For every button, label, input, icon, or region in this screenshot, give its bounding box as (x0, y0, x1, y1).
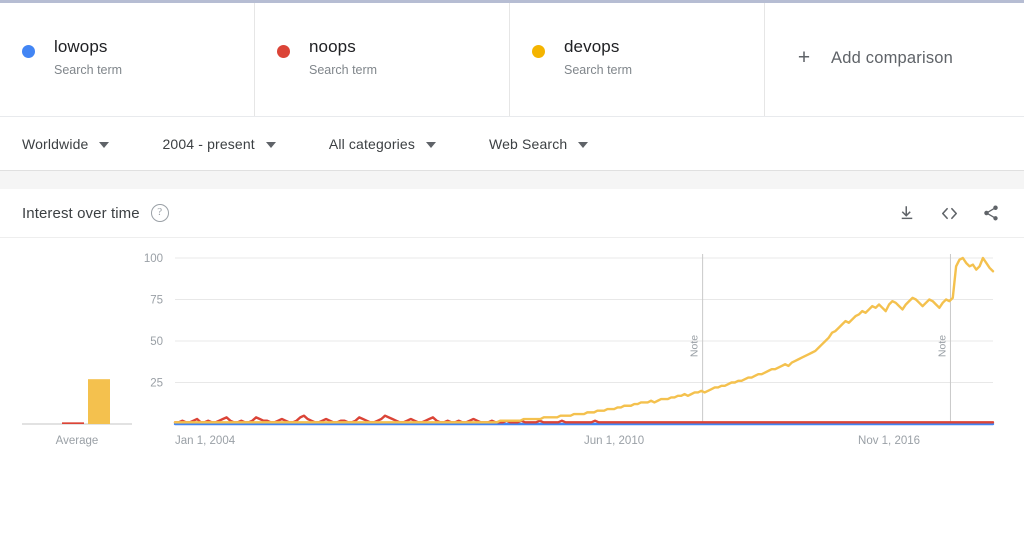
search-term-card-1[interactable]: noops Search term (255, 3, 510, 116)
x-axis-tick-label: Jan 1, 2004 (175, 435, 236, 447)
note-annotation-label[interactable]: Note (689, 335, 701, 357)
download-icon[interactable] (896, 202, 918, 224)
filter-category-label: All categories (328, 135, 415, 152)
x-axis-tick-label: Nov 1, 2016 (858, 435, 920, 447)
chart-plot-area[interactable]: 25 50 75 100 Note Note Jan 1, 2004 Jun 1, 2010 N… (0, 238, 1024, 534)
help-icon[interactable]: ? (150, 204, 169, 222)
filter-search-type-label: Web Search (489, 135, 568, 152)
search-term-name: noops (309, 37, 356, 56)
card-title: Interest over time (22, 204, 140, 222)
chevron-down-icon (99, 141, 110, 148)
card-actions (896, 202, 1002, 224)
add-comparison-label: Add comparison (831, 49, 954, 67)
search-term-name: lowops (54, 37, 108, 56)
chevron-down-icon (578, 141, 589, 148)
search-term-type: Search term (54, 63, 123, 77)
card-header: Interest over time ? (0, 189, 1024, 238)
filter-location-label: Worldwide (22, 135, 89, 152)
y-axis-tick-label: 50 (150, 336, 163, 348)
note-annotation-label[interactable]: Note (936, 335, 948, 357)
interest-over-time-card: Interest over time ? 25 50 75 100 Note N… (0, 189, 1024, 534)
filter-location[interactable]: Worldwide (22, 135, 110, 152)
series-line-devops[interactable] (173, 256, 995, 424)
comparison-bar: lowops Search term noops Search term dev… (0, 0, 1024, 117)
search-term-card-2[interactable]: devops Search term (510, 3, 765, 116)
term-color-dot-devops (532, 45, 545, 58)
filter-category[interactable]: All categories (329, 136, 436, 152)
y-axis-tick-label: 25 (150, 378, 163, 390)
chevron-down-icon (426, 141, 436, 148)
x-axis-tick-label: Jun 1, 2010 (584, 435, 644, 447)
interest-over-time-chart[interactable]: 25 50 75 100 Note Note Jan 1, 2004 Jun 1, 2010 N… (0, 238, 1024, 534)
plus-icon: + (797, 46, 811, 69)
y-axis-tick-label: 100 (144, 253, 163, 265)
section-separator (0, 171, 1024, 189)
y-axis-tick-label: 75 (150, 295, 163, 307)
chevron-down-icon (265, 141, 276, 148)
search-term-name: devops (564, 37, 620, 56)
term-color-dot-lowops (22, 45, 35, 58)
filter-time-range-label: 2004 - present (162, 135, 255, 152)
share-icon[interactable] (980, 202, 1002, 224)
filter-bar: Worldwide 2004 - present All categories … (0, 117, 1024, 171)
term-color-dot-noops (277, 45, 290, 58)
add-comparison-button[interactable]: + Add comparison (765, 3, 1024, 116)
search-term-type: Search term (564, 63, 633, 77)
search-term-card-0[interactable]: lowops Search term (0, 3, 255, 116)
filter-search-type[interactable]: Web Search (489, 135, 589, 152)
embed-icon[interactable] (938, 202, 960, 224)
average-bar-noops[interactable] (62, 422, 84, 424)
average-label: Average (56, 435, 99, 447)
filter-time-range[interactable]: 2004 - present (162, 135, 276, 152)
search-term-type: Search term (309, 63, 378, 77)
average-bar-devops[interactable] (88, 379, 110, 424)
